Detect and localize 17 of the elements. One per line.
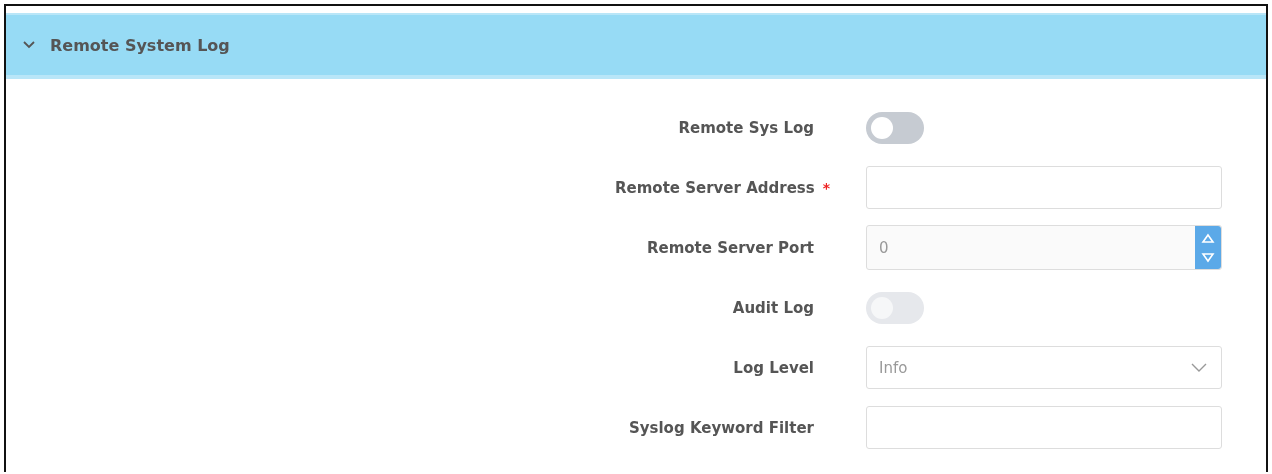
toggle-switch[interactable] — [866, 111, 924, 144]
chevron-icon — [22, 40, 36, 50]
select-field[interactable]: Info — [866, 346, 1222, 389]
field-label: Remote Sys Log — [678, 118, 814, 137]
field-label: Audit Log — [732, 298, 814, 317]
section-header[interactable]: Remote System Log — [6, 13, 1266, 79]
field-label: Remote Server Port — [646, 238, 814, 257]
input-field[interactable] — [866, 166, 1222, 209]
input-field[interactable] — [866, 406, 1222, 449]
number-field[interactable]: 0 — [866, 225, 1222, 270]
field-label: Syslog Keyword Filter — [628, 418, 814, 437]
chevron-icon — [1191, 363, 1207, 372]
field-label: Log Level — [733, 358, 814, 377]
field-label: Remote Server Address — [615, 178, 815, 197]
required-mark: * — [822, 179, 830, 196]
spinner-button[interactable] — [1195, 226, 1221, 269]
section-title: Remote System Log — [50, 35, 230, 55]
